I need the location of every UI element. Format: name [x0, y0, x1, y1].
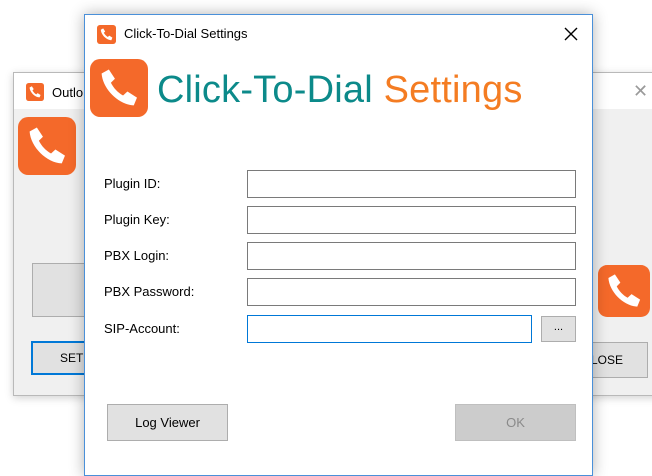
pbx-password-label: PBX Password:	[104, 284, 195, 299]
dialog-title: Click-To-Dial Settings	[124, 26, 248, 41]
plugin-key-label: Plugin Key:	[104, 212, 170, 227]
banner-title: Click-To-Dial Settings	[157, 69, 523, 112]
browse-sip-account-button[interactable]: ...	[541, 316, 576, 342]
pbx-login-input[interactable]	[247, 242, 576, 270]
banner-title-part2: Settings	[383, 69, 523, 111]
plugin-key-input[interactable]	[247, 206, 576, 234]
phone-icon	[97, 25, 116, 47]
close-icon	[564, 27, 578, 41]
phone-logo-icon	[90, 59, 148, 120]
dialog-titlebar: Click-To-Dial Settings	[85, 15, 592, 52]
ok-button[interactable]: OK	[455, 404, 576, 441]
plugin-id-input[interactable]	[247, 170, 576, 198]
dialog-content: Click-To-Dial Settings Plugin ID: Plugin…	[85, 52, 592, 475]
settings-dialog: Click-To-Dial Settings Click-To-Dial Set…	[84, 14, 593, 476]
pbx-password-input[interactable]	[247, 278, 576, 306]
close-button[interactable]	[554, 19, 588, 49]
phone-logo-icon	[598, 265, 650, 320]
phone-icon	[26, 83, 44, 104]
sip-account-input[interactable]	[247, 315, 532, 343]
background-close-icon[interactable]: ✕	[633, 81, 648, 102]
background-window-title: Outlo	[52, 85, 84, 100]
log-viewer-button[interactable]: Log Viewer	[107, 404, 228, 441]
banner-title-part1: Click-To-Dial	[157, 69, 373, 111]
phone-logo-icon	[18, 117, 76, 178]
plugin-id-label: Plugin ID:	[104, 176, 161, 191]
sip-account-label: SIP-Account:	[104, 321, 180, 336]
pbx-login-label: PBX Login:	[104, 248, 170, 263]
